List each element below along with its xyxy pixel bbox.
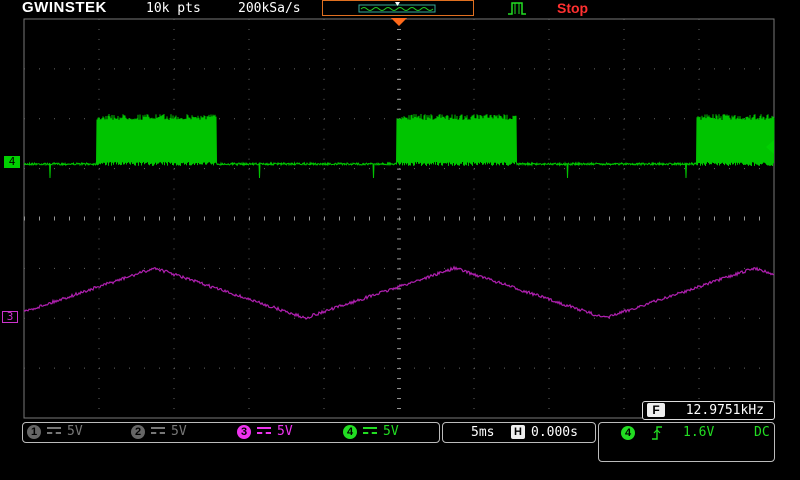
frequency-readout: F 12.9751kHz [642,401,775,420]
dc-coupling-icon [363,426,377,437]
waveform-display [23,18,775,419]
trigger-level: 1.6V [683,425,715,440]
ch3-ground-marker[interactable]: 3 [2,311,18,323]
ch3-number: 3 [237,424,251,439]
ch1-number: 1 [27,424,41,439]
trigger-position-marker [391,18,407,26]
trigger-coupling: DC [754,425,770,440]
timebase-status[interactable]: 5ms H 0.000s [442,422,596,443]
ch1-status[interactable]: 1 5V [27,424,83,440]
graticule [23,18,775,419]
ch2-scale: 5V [171,424,187,439]
ch1-scale: 5V [67,424,83,439]
dc-coupling-icon [257,426,271,437]
ch4-scale: 5V [383,424,399,439]
dc-coupling-icon [47,426,61,437]
ch4-number: 4 [343,424,357,439]
trigger-source: 4 [621,426,635,440]
rising-edge-icon [652,426,662,440]
ch4-ground-marker[interactable]: 4 [4,156,20,168]
ch4-status[interactable]: 4 5V [343,424,399,440]
channel-status-bar: 1 5V 2 5V 3 5V 4 5V [22,422,440,443]
ch3-scale: 5V [277,424,293,439]
dc-coupling-icon [151,426,165,437]
frequency-icon: F [647,403,665,417]
ch3-status[interactable]: 3 5V [237,424,293,440]
ch2-number: 2 [131,424,145,439]
timebase-scale: 5ms [471,425,495,440]
horizontal-position-icon: H [511,425,525,439]
trigger-status[interactable]: 4 1.6V DC [598,422,775,462]
ch3-trace [23,265,775,320]
ch2-status[interactable]: 2 5V [131,424,187,440]
frequency-value: 12.9751kHz [685,403,764,418]
horizontal-position-value: 0.000s [531,425,578,440]
